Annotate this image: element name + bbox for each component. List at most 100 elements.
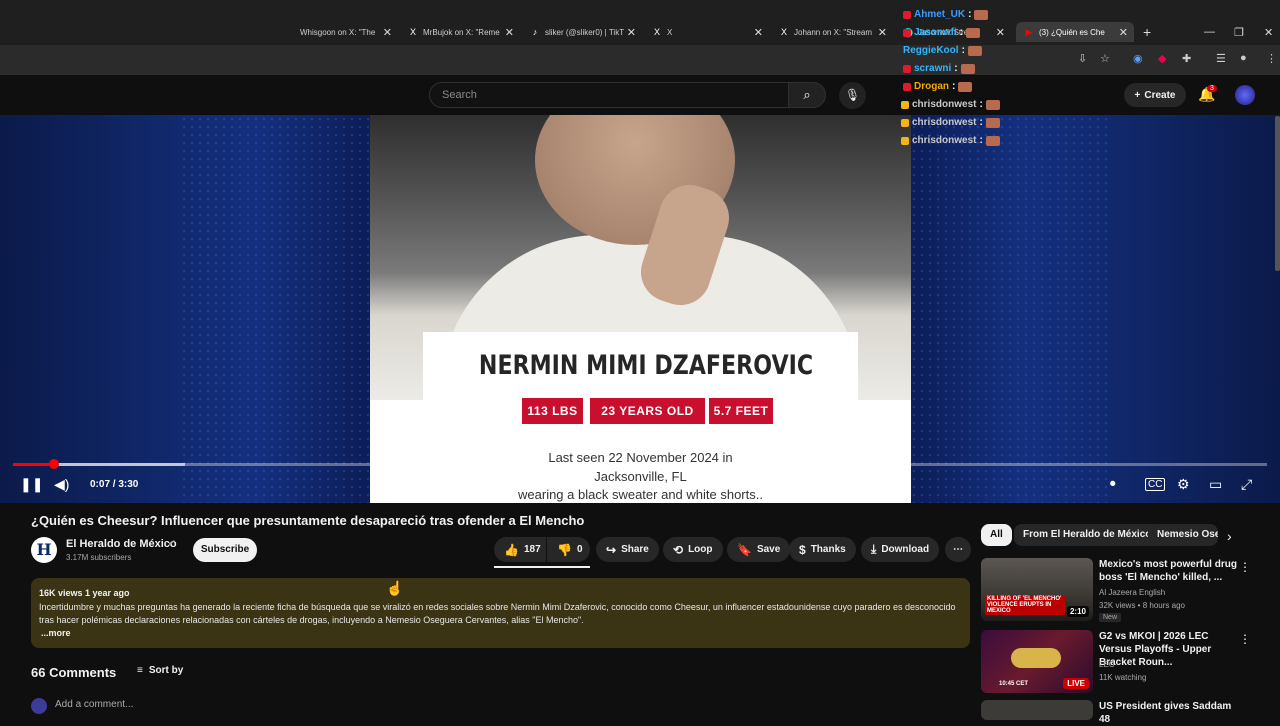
recommended-video[interactable]: KILLING OF 'EL MENCHO' VIOLENCE ERUPTS I… [981,558,1261,624]
fullscreen-icon[interactable]: ⤢ [1241,476,1252,493]
chip-topic[interactable]: Nemesio Ose [1148,524,1218,546]
card-line: wearing a black sweater and white shorts… [518,487,763,502]
extension-icon[interactable]: ◆ [1158,52,1166,65]
reading-list-icon[interactable]: ☰ [1216,52,1226,65]
chat-badge-icon [901,136,909,145]
super-thanks-icon: $ [799,542,806,557]
browser-tab[interactable]: Whisgoon on X: "The ✕ [298,22,398,42]
add-comment-input[interactable]: Add a comment... [55,699,133,710]
tab-label: sliker (@sliker0) | TikT [545,27,625,37]
views-and-date: 16K views 1 year ago [39,588,130,598]
recommended-title[interactable]: G2 vs MKOI | 2026 LEC Versus Playoffs - … [1099,630,1239,669]
close-icon[interactable]: ✕ [996,26,1011,39]
channel-avatar[interactable]: H [31,537,57,563]
install-icon[interactable]: ⇩ [1078,52,1087,65]
search-input[interactable]: Search [429,82,789,108]
video-thumbnail[interactable]: KILLING OF 'EL MENCHO' VIOLENCE ERUPTS I… [981,558,1093,621]
new-tab-button[interactable]: + [1143,24,1151,40]
menu-kebab-icon[interactable]: ⋮ [1266,52,1277,65]
chat-emote-icon [958,81,973,92]
chat-separator: : [954,63,958,74]
bookmark-star-icon[interactable]: ☆ [1100,52,1110,65]
more-actions-button[interactable]: ⋯ [945,537,971,562]
mouse-cursor-icon: ☝ [386,580,404,596]
chat-badge-icon [901,118,909,127]
like-count: 187 [523,544,541,555]
chevron-right-icon[interactable]: › [1227,528,1232,544]
chat-separator: : [952,81,956,92]
video-thumbnail[interactable] [981,700,1093,720]
like-button[interactable]: 👍 187 [494,537,546,562]
browser-tab[interactable]: X X ✕ [644,22,769,42]
close-icon[interactable]: ✕ [1119,26,1134,39]
description-text: Incertidumbre y muchas preguntas ha gene… [39,602,956,625]
voice-search-button[interactable]: 🎙 [839,82,866,109]
chat-message: chrisdonwest: [901,117,1000,128]
recommended-channel[interactable]: LEC [1099,660,1115,669]
close-icon[interactable]: ✕ [627,26,642,39]
settings-gear-icon[interactable]: ⚙ [1177,476,1190,493]
autoplay-toggle-icon[interactable]: ⏺ [1110,478,1116,491]
close-icon[interactable]: ✕ [754,26,769,39]
progress-bar[interactable] [13,463,1267,466]
minimize-button[interactable]: — [1204,26,1215,38]
share-button[interactable]: ↪ Share [596,537,659,562]
verified-icon: ✔ [168,538,176,548]
recommended-channel[interactable]: Al Jazeera English [1099,588,1165,597]
close-icon[interactable]: ✕ [878,26,893,39]
chat-badge-icon [903,64,911,73]
browser-tab[interactable]: X Johann on X: "Stream ✕ [771,22,893,42]
dislike-button[interactable]: 👎 0 [547,537,590,562]
subscriber-count: 3.17M subscribers [66,553,132,562]
search-button[interactable]: ⌕ [788,82,826,108]
miniplayer-icon[interactable]: ▭ [1209,476,1222,493]
browser-tab[interactable]: ♪ sliker (@sliker0) | TikT ✕ [522,22,642,42]
chat-emote-icon [967,45,982,56]
volume-icon[interactable]: ◀) [54,476,69,493]
new-badge: New [1099,613,1122,622]
recommended-title[interactable]: US President gives Saddam 48 [1099,700,1239,726]
create-button[interactable]: + Create [1124,83,1186,107]
recommended-title[interactable]: Mexico's most powerful drug boss 'El Men… [1099,558,1239,584]
channel-name[interactable]: El Heraldo de México [66,538,177,550]
download-button[interactable]: ⤓ Download [861,537,940,562]
tab-label: X [667,27,673,37]
extension-icon[interactable]: ◉ [1133,52,1143,65]
thanks-button[interactable]: $ Thanks [789,537,856,562]
chat-message: chrisdonwest: [901,135,1000,146]
profile-icon[interactable]: ● [1240,52,1247,64]
recommended-video[interactable]: US President gives Saddam 48 [981,700,1261,725]
save-button[interactable]: 🔖 Save [727,537,791,562]
recommended-video[interactable]: 10:45 CET LIVE G2 vs MKOI | 2026 LEC Ver… [981,630,1261,696]
show-more-link[interactable]: ...more [41,628,71,638]
chat-message: Ahmet_UK: [903,9,989,20]
chip-from-channel[interactable]: From El Heraldo de México [1014,524,1161,546]
download-label: Download [881,544,930,555]
browser-tab-active[interactable]: ▶ (3) ¿Quién es Che ✕ [1016,22,1134,42]
pause-icon[interactable]: ❚❚ [20,476,43,493]
close-icon[interactable]: ✕ [505,26,520,39]
loop-button[interactable]: ⟲ Loop [663,537,723,562]
account-avatar[interactable] [1235,85,1255,105]
share-label: Share [621,544,649,555]
address-bar[interactable] [0,45,1280,75]
chat-separator: : [979,117,983,128]
page-scrollbar[interactable] [1275,116,1280,271]
chat-separator: : [961,45,965,56]
browser-tab[interactable]: X MrBujok on X: "Reme ✕ [400,22,520,42]
close-window-button[interactable]: ✕ [1264,26,1273,39]
maximize-button[interactable]: ❐ [1234,26,1244,39]
chip-all[interactable]: All [981,524,1012,546]
chat-username: chrisdonwest [912,99,977,110]
more-vertical-icon[interactable]: ⋮ [1239,560,1251,574]
more-vertical-icon[interactable]: ⋮ [1239,632,1251,646]
video-thumbnail[interactable]: 10:45 CET LIVE [981,630,1093,693]
sort-by-button[interactable]: ≡ Sort by [137,665,183,676]
captions-icon[interactable]: CC [1145,478,1166,491]
thumbs-up-icon: 👍 [504,542,519,557]
tab-label: Whisgoon on X: "The [300,27,376,37]
chat-badge-icon [901,100,909,109]
extensions-puzzle-icon[interactable]: ✚ [1182,52,1191,65]
subscribe-button[interactable]: Subscribe [193,538,257,562]
close-icon[interactable]: ✕ [383,26,398,39]
